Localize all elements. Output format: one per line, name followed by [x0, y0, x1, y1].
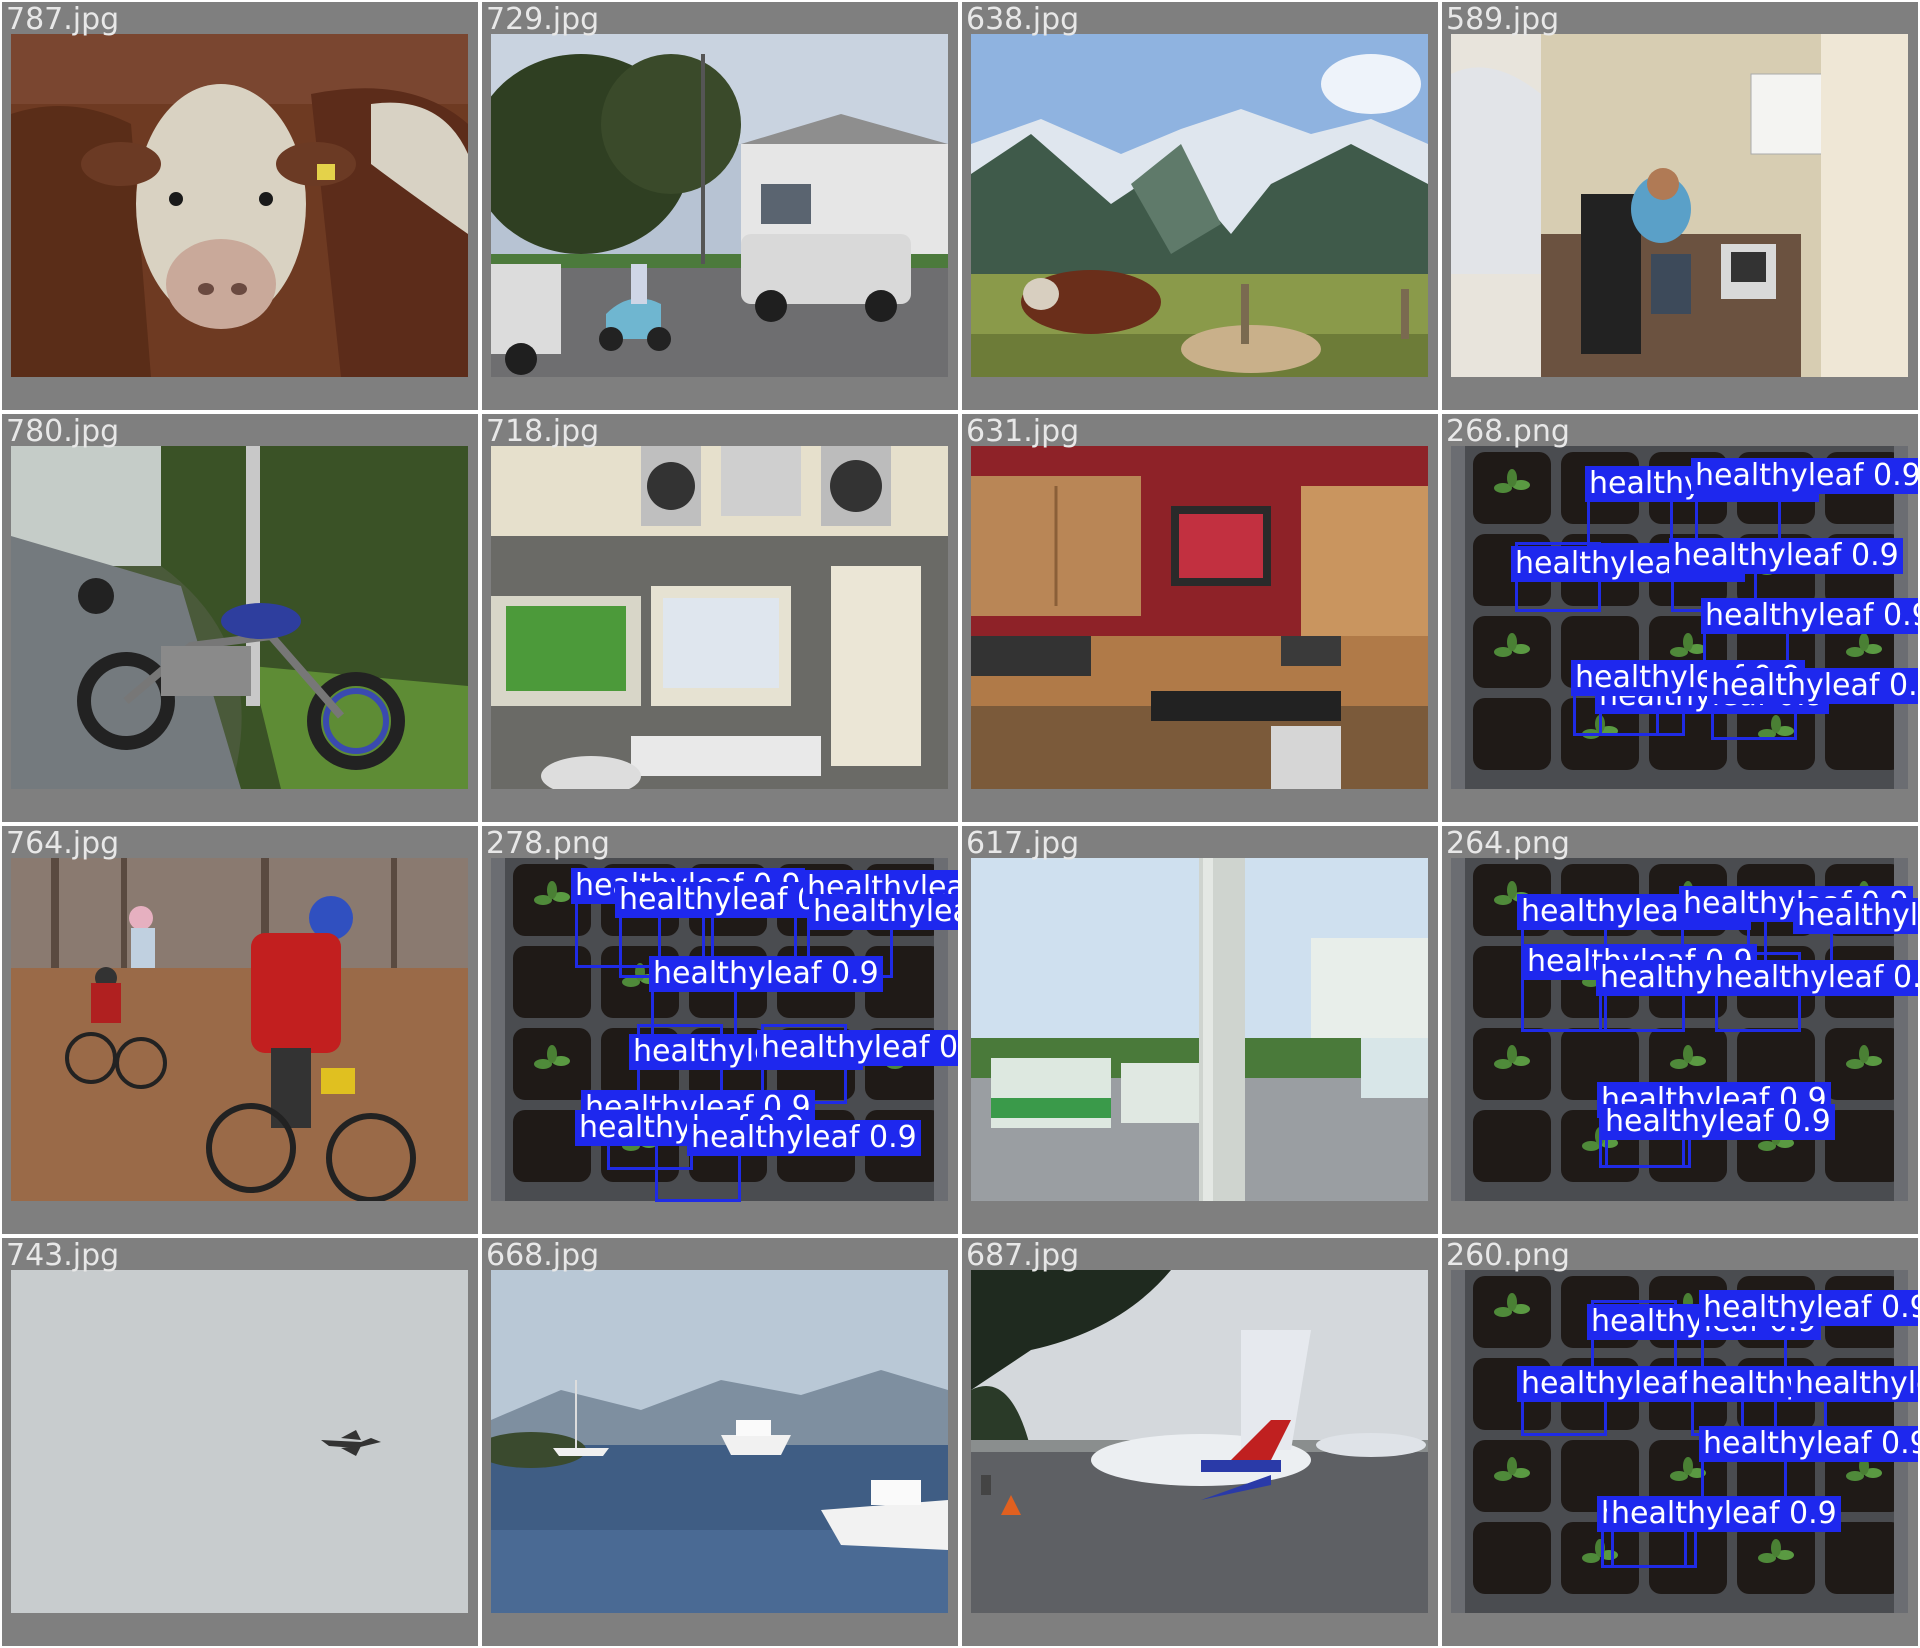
tile-filename: 278.png	[486, 826, 610, 861]
detection-label: healthyleaf 0.9	[1707, 668, 1918, 704]
detection-label: healthyleaf 0.9	[1699, 1290, 1918, 1326]
tile-photo	[11, 34, 468, 377]
tile-filename: 617.jpg	[966, 826, 1080, 861]
detection-label: healthyleaf 0.9	[1793, 898, 1918, 934]
tile-photo	[1451, 34, 1908, 377]
detection-label: healthyleaf 0.9	[1691, 458, 1918, 494]
image-tile: 718.jpg	[482, 414, 958, 822]
image-tile: 764.jpg	[2, 826, 478, 1234]
tile-filename: 743.jpg	[6, 1238, 120, 1273]
tile-photo	[491, 34, 948, 377]
tile-filename: 718.jpg	[486, 414, 600, 449]
image-tile: 729.jpg	[482, 2, 958, 410]
tile-filename: 780.jpg	[6, 414, 120, 449]
image-tile: 638.jpg	[962, 2, 1438, 410]
tile-photo	[971, 858, 1428, 1201]
tile-photo	[491, 1270, 948, 1613]
detection-label: healthyleaf 0.9	[1607, 1496, 1841, 1532]
tile-filename: 631.jpg	[966, 414, 1080, 449]
tile-filename: 787.jpg	[6, 2, 120, 37]
tile-photo	[491, 446, 948, 789]
tile-filename: 589.jpg	[1446, 2, 1560, 37]
tile-filename: 668.jpg	[486, 1238, 600, 1273]
image-tile: 631.jpg	[962, 414, 1438, 822]
image-tile: 668.jpg	[482, 1238, 958, 1646]
detection-label: healthyleaf 0.9	[1669, 538, 1903, 574]
image-tile: 268.png healthyleaf 0.9 healthyleaf 0.9 hea…	[1442, 414, 1918, 822]
detection-label: healthyleaf 0.9	[809, 894, 958, 930]
tile-photo	[971, 34, 1428, 377]
results-mosaic: 787.jpg 729.jpg 638.jpg 589.jpg 780.jpg …	[0, 0, 1920, 1648]
tile-photo	[11, 446, 468, 789]
image-tile: 260.png healthyleaf 0.9 healthyleaf 0.9 hea…	[1442, 1238, 1918, 1646]
tile-filename: 764.jpg	[6, 826, 120, 861]
tile-photo	[11, 858, 468, 1201]
detection-label: healthyleaf 0.9	[1711, 960, 1918, 996]
image-tile: 743.jpg	[2, 1238, 478, 1646]
tile-filename: 260.png	[1446, 1238, 1570, 1273]
image-tile: 780.jpg	[2, 414, 478, 822]
tile-filename: 687.jpg	[966, 1238, 1080, 1273]
detection-label: healthyleaf 0.9	[687, 1120, 921, 1156]
image-tile: 278.png healthyleaf 0.9 healthyleaf 0.9 hea…	[482, 826, 958, 1234]
detection-label: healthyleaf 0.9	[1701, 598, 1918, 634]
tile-photo	[971, 1270, 1428, 1613]
detection-label: healthyleaf 0.9	[757, 1030, 958, 1066]
tile-photo	[11, 1270, 468, 1613]
image-tile: 687.jpg	[962, 1238, 1438, 1646]
tile-filename: 729.jpg	[486, 2, 600, 37]
detection-label: healthyleaf 0.9	[1699, 1426, 1918, 1462]
image-tile: 264.png healthyleaf 0.9 healthyleaf 0.9 hea…	[1442, 826, 1918, 1234]
detection-label: healthyleaf 0.9	[1791, 1366, 1918, 1402]
tile-photo	[971, 446, 1428, 789]
detection-label: healthyleaf 0.9	[649, 956, 883, 992]
tile-filename: 268.png	[1446, 414, 1570, 449]
detection-label: healthyleaf 0.9	[1601, 1104, 1835, 1140]
image-tile: 787.jpg	[2, 2, 478, 410]
image-tile: 617.jpg	[962, 826, 1438, 1234]
tile-filename: 638.jpg	[966, 2, 1080, 37]
image-tile: 589.jpg	[1442, 2, 1918, 410]
tile-filename: 264.png	[1446, 826, 1570, 861]
